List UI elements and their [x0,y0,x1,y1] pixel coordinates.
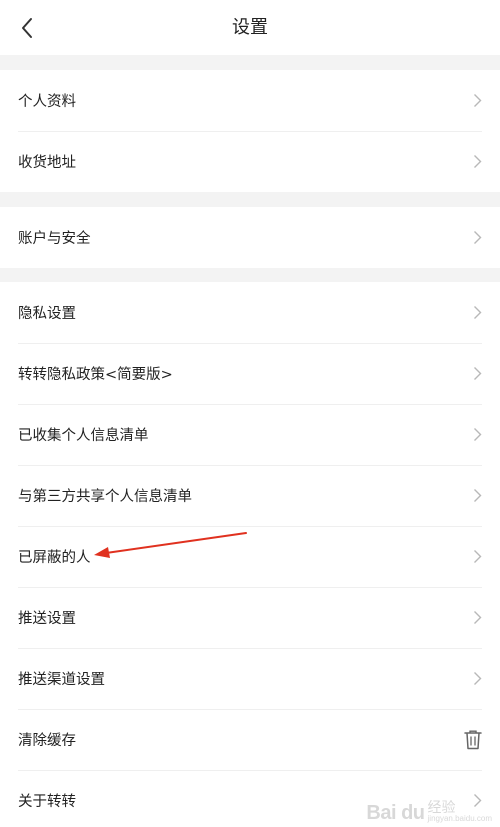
settings-group-profile: 个人资料 收货地址 [0,70,500,192]
settings-item-label: 已屏蔽的人 [18,550,91,566]
back-button[interactable] [14,14,40,42]
settings-item-privacy-policy[interactable]: 转转隐私政策<简要版> [0,343,500,404]
settings-item-label: 清除缓存 [18,733,76,749]
settings-item-privacy[interactable]: 隐私设置 [0,282,500,343]
chevron-right-icon [472,154,482,170]
settings-item-label: 转转隐私政策<简要版> [18,367,173,383]
page-title: 设置 [232,17,268,38]
settings-item-about[interactable]: 关于转转 [0,770,500,827]
chevron-right-icon [472,366,482,382]
settings-item-push-channel[interactable]: 推送渠道设置 [0,648,500,709]
chevron-right-icon [472,793,482,809]
chevron-right-icon [472,610,482,626]
chevron-right-icon [472,305,482,321]
settings-item-shipping-address[interactable]: 收货地址 [0,131,500,192]
settings-item-collected-info[interactable]: 已收集个人信息清单 [0,404,500,465]
settings-item-blocked-users[interactable]: 已屏蔽的人 [0,526,500,587]
settings-item-label: 与第三方共享个人信息清单 [18,489,192,505]
settings-item-label: 已收集个人信息清单 [18,428,149,444]
section-separator [0,192,500,207]
chevron-right-icon [472,488,482,504]
settings-screen: 设置 个人资料 收货地址 账户与安全 隐私设置 转转隐私政策<简要版> 已收集个… [0,0,500,827]
settings-item-shared-info[interactable]: 与第三方共享个人信息清单 [0,465,500,526]
chevron-right-icon [472,671,482,687]
settings-item-account-security[interactable]: 账户与安全 [0,207,500,268]
settings-group-privacy: 隐私设置 转转隐私政策<简要版> 已收集个人信息清单 与第三方共享个人信息清单 … [0,282,500,827]
chevron-right-icon [472,549,482,565]
settings-item-label: 个人资料 [18,94,76,110]
section-separator [0,268,500,282]
trash-icon[interactable] [463,729,483,751]
chevron-right-icon [472,230,482,246]
settings-group-account: 账户与安全 [0,207,500,268]
settings-item-label: 推送设置 [18,611,76,627]
settings-item-label: 账户与安全 [18,231,91,247]
settings-item-clear-cache[interactable]: 清除缓存 [0,709,500,770]
section-separator [0,55,500,70]
chevron-right-icon [472,427,482,443]
chevron-right-icon [472,93,482,109]
top-bar: 设置 [0,0,500,55]
settings-item-label: 推送渠道设置 [18,672,105,688]
settings-item-label: 关于转转 [18,794,76,810]
settings-item-label: 收货地址 [18,155,76,171]
settings-item-label: 隐私设置 [18,306,76,322]
settings-item-profile[interactable]: 个人资料 [0,70,500,131]
settings-item-push[interactable]: 推送设置 [0,587,500,648]
chevron-left-icon [22,18,32,38]
